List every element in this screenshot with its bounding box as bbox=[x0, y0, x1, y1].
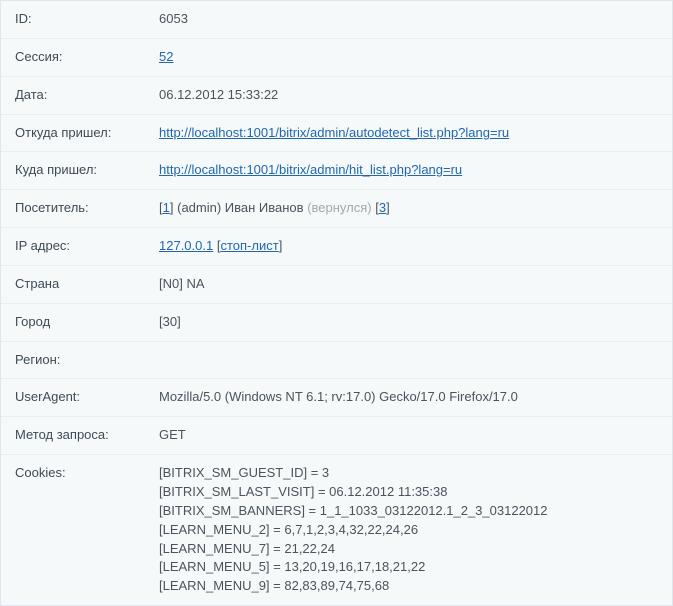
row-useragent: UserAgent: Mozilla/5.0 (Windows NT 6.1; … bbox=[1, 379, 672, 417]
label-city: Город bbox=[1, 303, 145, 341]
cookie-line: [LEARN_MENU_2] = 6,7,1,2,3,4,32,22,24,26 bbox=[159, 521, 662, 540]
label-session: Сессия: bbox=[1, 38, 145, 76]
cookie-line: [LEARN_MENU_5] = 13,20,19,16,17,18,21,22 bbox=[159, 558, 662, 577]
row-id: ID: 6053 bbox=[1, 1, 672, 38]
visitor-id-link[interactable]: 1 bbox=[163, 200, 170, 215]
cookie-line: [BITRIX_SM_GUEST_ID] = 3 bbox=[159, 464, 662, 483]
value-useragent: Mozilla/5.0 (Windows NT 6.1; rv:17.0) Ge… bbox=[145, 379, 672, 417]
row-country: Страна [N0] NA bbox=[1, 265, 672, 303]
label-region: Регион: bbox=[1, 341, 145, 379]
label-visitor: Посетитель: bbox=[1, 190, 145, 228]
row-city: Город [30] bbox=[1, 303, 672, 341]
label-useragent: UserAgent: bbox=[1, 379, 145, 417]
from-link[interactable]: http://localhost:1001/bitrix/admin/autod… bbox=[159, 125, 509, 140]
value-date: 06.12.2012 15:33:22 bbox=[145, 76, 672, 114]
to-link[interactable]: http://localhost:1001/bitrix/admin/hit_l… bbox=[159, 162, 462, 177]
row-from: Откуда пришел: http://localhost:1001/bit… bbox=[1, 114, 672, 152]
value-cookies: [BITRIX_SM_GUEST_ID] = 3[BITRIX_SM_LAST_… bbox=[145, 455, 672, 605]
value-method: GET bbox=[145, 417, 672, 455]
cookie-line: [BITRIX_SM_BANNERS] = 1_1_1033_03122012.… bbox=[159, 502, 662, 521]
stoplist-link[interactable]: стоп-лист bbox=[220, 238, 278, 253]
row-method: Метод запроса: GET bbox=[1, 417, 672, 455]
value-region bbox=[145, 341, 672, 379]
value-city: [30] bbox=[145, 303, 672, 341]
row-region: Регион: bbox=[1, 341, 672, 379]
session-link[interactable]: 52 bbox=[159, 49, 173, 64]
visitor-user: (admin) Иван Иванов bbox=[177, 200, 303, 215]
value-ip: 127.0.0.1 [стоп-лист] bbox=[145, 228, 672, 266]
label-to: Куда пришел: bbox=[1, 152, 145, 190]
details-panel: ID: 6053 Сессия: 52 Дата: 06.12.2012 15:… bbox=[0, 0, 673, 606]
row-cookies: Cookies: [BITRIX_SM_GUEST_ID] = 3[BITRIX… bbox=[1, 455, 672, 605]
label-date: Дата: bbox=[1, 76, 145, 114]
row-visitor: Посетитель: [1] (admin) Иван Иванов (вер… bbox=[1, 190, 672, 228]
row-to: Куда пришел: http://localhost:1001/bitri… bbox=[1, 152, 672, 190]
label-from: Откуда пришел: bbox=[1, 114, 145, 152]
label-id: ID: bbox=[1, 1, 145, 38]
label-cookies: Cookies: bbox=[1, 455, 145, 605]
row-date: Дата: 06.12.2012 15:33:22 bbox=[1, 76, 672, 114]
cookie-line: [LEARN_MENU_7] = 21,22,24 bbox=[159, 540, 662, 559]
row-session: Сессия: 52 bbox=[1, 38, 672, 76]
label-method: Метод запроса: bbox=[1, 417, 145, 455]
label-ip: IP адрес: bbox=[1, 228, 145, 266]
value-country: [N0] NA bbox=[145, 265, 672, 303]
cookie-line: [BITRIX_SM_LAST_VISIT] = 06.12.2012 11:3… bbox=[159, 483, 662, 502]
value-visitor: [1] (admin) Иван Иванов (вернулся) [3] bbox=[145, 190, 672, 228]
value-id: 6053 bbox=[145, 1, 672, 38]
properties-table: ID: 6053 Сессия: 52 Дата: 06.12.2012 15:… bbox=[1, 1, 672, 605]
visitor-returned: (вернулся) bbox=[307, 200, 371, 215]
ip-link[interactable]: 127.0.0.1 bbox=[159, 238, 213, 253]
label-country: Страна bbox=[1, 265, 145, 303]
cookie-line: [LEARN_MENU_9] = 82,83,89,74,75,68 bbox=[159, 577, 662, 596]
visitor-count-link[interactable]: 3 bbox=[379, 200, 386, 215]
row-ip: IP адрес: 127.0.0.1 [стоп-лист] bbox=[1, 228, 672, 266]
